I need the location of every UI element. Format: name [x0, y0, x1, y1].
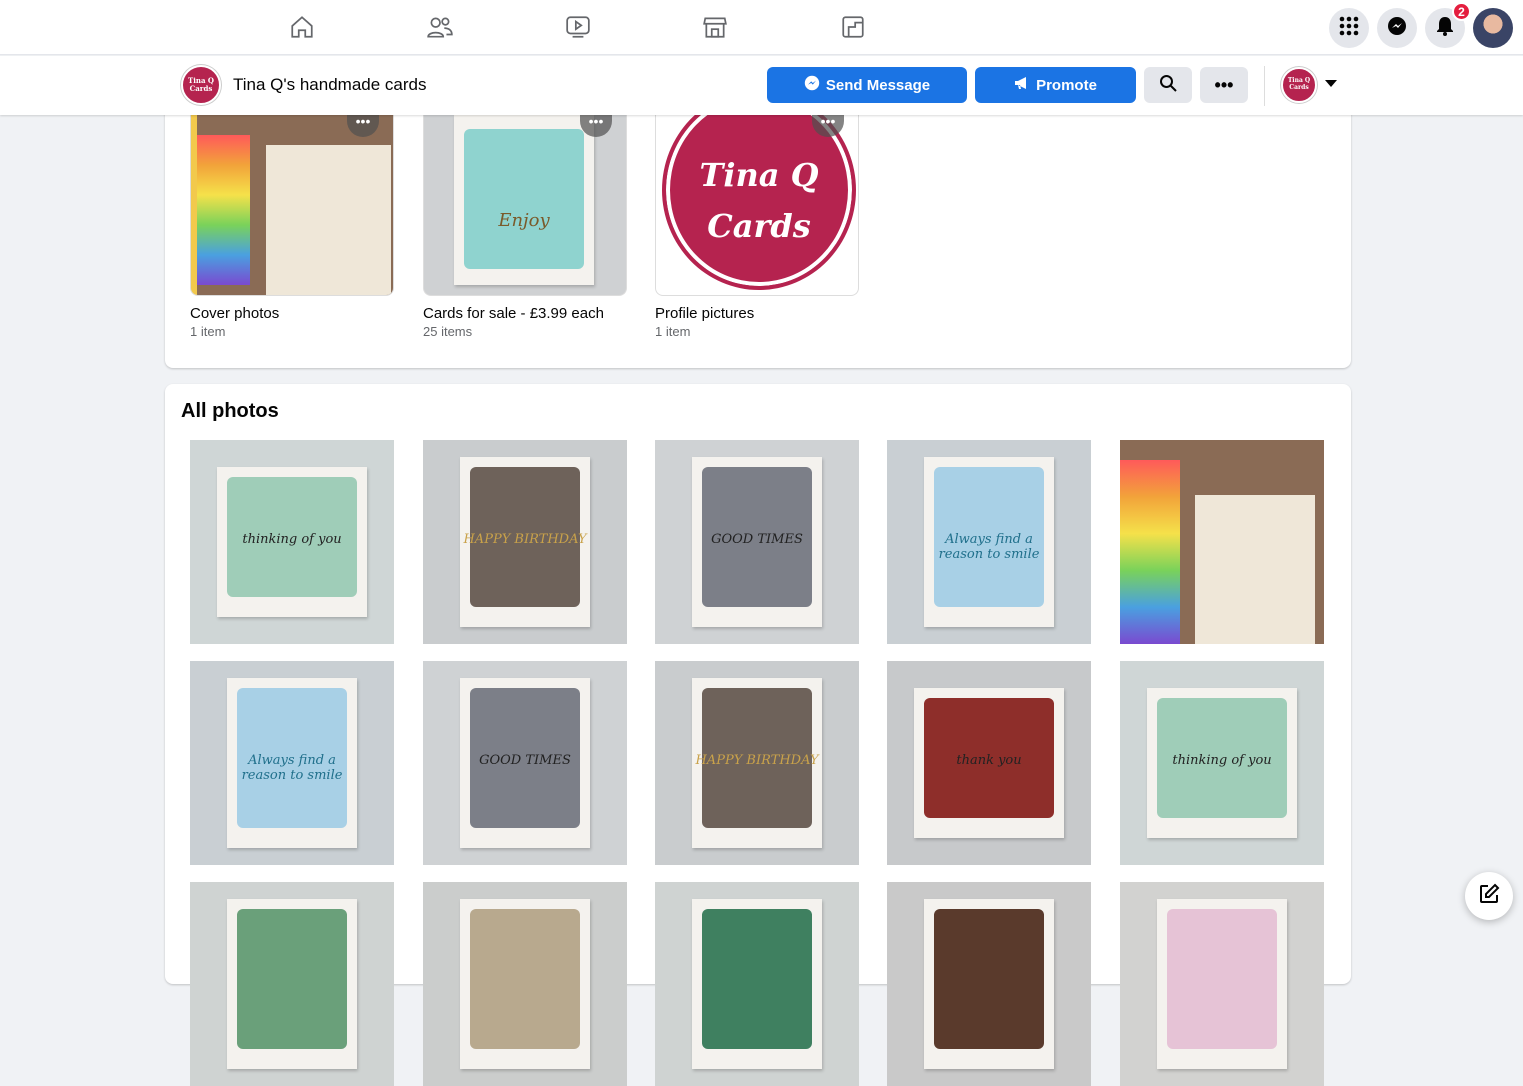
home-icon[interactable] — [287, 12, 317, 42]
compose-icon — [1478, 883, 1500, 910]
album-cards-for-sale[interactable]: Enjoy ••• Cards for sale - £3.99 each 25 … — [423, 115, 627, 339]
album-options-icon[interactable]: ••• — [347, 115, 379, 137]
chevron-down-icon[interactable] — [1325, 80, 1337, 87]
notification-badge: 2 — [1452, 2, 1471, 21]
album-count: 25 items — [423, 324, 473, 339]
promote-label: Promote — [1036, 76, 1097, 94]
messenger-icon — [1387, 16, 1407, 41]
card-caption: HAPPY BIRTHDAY — [695, 753, 819, 768]
account-avatar[interactable] — [1473, 8, 1513, 48]
photo-thumbnail[interactable]: thinking of you — [1120, 661, 1324, 865]
photo-thumbnail[interactable]: GOOD TIMES — [655, 440, 859, 644]
photo-thumbnail[interactable]: Always find a reason to smile — [887, 440, 1091, 644]
page-logo[interactable]: Tina Q Cards — [181, 65, 221, 105]
grid-icon — [1339, 16, 1359, 41]
pages-icon[interactable] — [838, 12, 868, 42]
menu-button[interactable] — [1329, 8, 1369, 48]
card-caption: thank you — [956, 753, 1022, 768]
more-options-button[interactable]: ••• — [1200, 67, 1248, 103]
album-name: Cards for sale - £3.99 each — [423, 305, 604, 322]
card-caption: GOOD TIMES — [711, 532, 803, 547]
more-icon: ••• — [1214, 74, 1234, 95]
search-icon — [1159, 74, 1177, 96]
card-caption: Always find a reason to smile — [241, 753, 343, 783]
messenger-button[interactable] — [1377, 8, 1417, 48]
new-message-button[interactable] — [1465, 872, 1513, 920]
photo-thumbnail[interactable] — [1120, 440, 1324, 644]
photo-thumbnail[interactable]: thinking of you — [190, 440, 394, 644]
messenger-icon — [804, 75, 820, 95]
search-button[interactable] — [1144, 67, 1192, 103]
card-caption: Always find a reason to smile — [938, 532, 1040, 562]
album-name: Cover photos — [190, 305, 280, 322]
card-caption: HAPPY BIRTHDAY — [463, 532, 587, 547]
album-profile-pictures[interactable]: Tina Q Cards ••• Profile pictures 1 item — [655, 115, 859, 339]
marketplace-icon[interactable] — [700, 12, 730, 42]
photo-thumbnail[interactable]: GOOD TIMES — [423, 661, 627, 865]
switch-profile-avatar[interactable]: Tina Q Cards — [1281, 67, 1317, 103]
friends-icon[interactable] — [425, 12, 455, 42]
photo-thumbnail[interactable]: Always find a reason to smile — [190, 661, 394, 865]
divider — [1264, 66, 1265, 106]
card-caption: GOOD TIMES — [479, 753, 571, 768]
logo-image: Tina Q Cards — [662, 115, 856, 290]
photo-thumbnail[interactable] — [190, 882, 394, 1086]
photo-thumbnail[interactable]: HAPPY BIRTHDAY — [423, 440, 627, 644]
bell-icon — [1436, 16, 1454, 41]
top-navigation: 2 — [0, 0, 1523, 55]
album-count: 1 item — [655, 324, 691, 339]
megaphone-icon — [1014, 75, 1030, 95]
card-caption: thinking of you — [242, 532, 342, 547]
photo-thumbnail[interactable] — [1120, 882, 1324, 1086]
photo-thumbnail[interactable] — [655, 882, 859, 1086]
photo-thumbnail[interactable]: thank you — [887, 661, 1091, 865]
photo-thumbnail[interactable] — [423, 882, 627, 1086]
notifications-button[interactable]: 2 — [1425, 2, 1471, 48]
photo-thumbnail[interactable]: HAPPY BIRTHDAY — [655, 661, 859, 865]
promote-button[interactable]: Promote — [975, 67, 1136, 103]
send-message-button[interactable]: Send Message — [767, 67, 967, 103]
watch-icon[interactable] — [563, 12, 593, 42]
album-name: Profile pictures — [655, 305, 755, 322]
album-count: 1 item — [190, 324, 226, 339]
send-message-label: Send Message — [825, 76, 931, 94]
section-title: All photos — [181, 400, 279, 422]
page-name[interactable]: Tina Q's handmade cards — [233, 75, 427, 95]
page-header: Tina Q Cards Tina Q's handmade cards Send… — [0, 56, 1523, 115]
photo-thumbnail[interactable] — [887, 882, 1091, 1086]
album-cover-photos[interactable]: ••• Cover photos 1 item — [190, 115, 394, 339]
card-caption: thinking of you — [1172, 753, 1272, 768]
